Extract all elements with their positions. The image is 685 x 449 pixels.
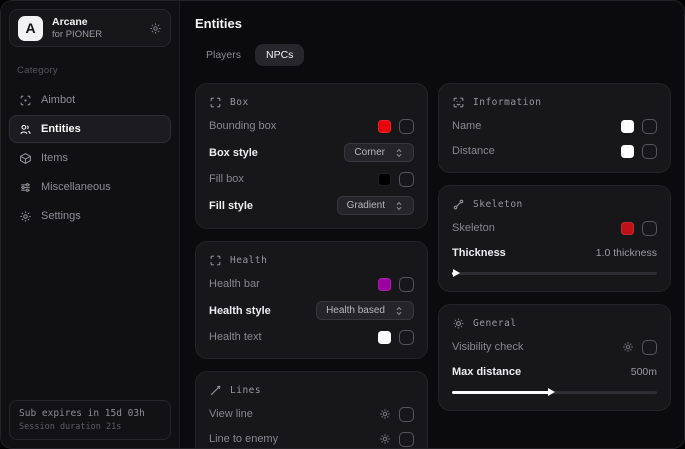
bone-icon [452, 198, 465, 211]
setting-row-health-style: Health style Health based [209, 301, 414, 320]
sidebar-item-label: Miscellaneous [41, 181, 111, 193]
tab-npcs[interactable]: NPCs [255, 44, 304, 66]
gear-icon[interactable] [379, 433, 391, 445]
health-text-checkbox[interactable] [399, 330, 414, 345]
page-title: Entities [195, 16, 671, 31]
card-title: Box [230, 97, 249, 108]
chevrons-up-down-icon [394, 306, 404, 316]
view-line-checkbox[interactable] [399, 407, 414, 422]
box-style-dropdown[interactable]: Corner [344, 143, 414, 162]
setting-row-health-bar: Health bar [209, 276, 414, 292]
package-icon [19, 152, 32, 165]
health-card: Health Health bar Health style Health ba… [195, 241, 428, 359]
color-swatch[interactable] [378, 120, 391, 133]
scan-brackets-icon [209, 254, 222, 267]
slider-thumb[interactable] [548, 388, 555, 396]
card-title: Health [230, 255, 267, 266]
gear-icon[interactable] [622, 341, 634, 353]
distance-checkbox[interactable] [642, 144, 657, 159]
sidebar-item-aimbot[interactable]: Aimbot [9, 86, 171, 114]
color-swatch[interactable] [378, 173, 391, 186]
app-name: Arcane [52, 16, 140, 29]
setting-row-health-text: Health text [209, 329, 414, 345]
setting-row-box-style: Box style Corner [209, 143, 414, 162]
gear-icon[interactable] [379, 408, 391, 420]
color-swatch[interactable] [378, 331, 391, 344]
card-title: Lines [230, 385, 261, 396]
sub-expires-text: Sub expires in 15d 03h [19, 408, 161, 419]
slider-thumb[interactable] [453, 269, 460, 277]
lines-card: Lines View line Line to enemy [195, 371, 428, 449]
visibility-check-checkbox[interactable] [642, 340, 657, 355]
setting-row-visibility-check: Visibility check [452, 339, 657, 355]
category-label: Category [17, 65, 171, 76]
app-subtitle: for PIONER [52, 29, 140, 41]
color-swatch[interactable] [621, 120, 634, 133]
sidebar: A Arcane for PIONER Category Aimbot [1, 1, 180, 448]
sidebar-item-label: Aimbot [41, 94, 75, 106]
session-duration-text: Session duration 21s [19, 422, 161, 432]
setting-row-line-to-enemy: Line to enemy [209, 431, 414, 447]
tab-players[interactable]: Players [195, 44, 252, 66]
card-title: Skeleton [473, 199, 523, 210]
sidebar-item-miscellaneous[interactable]: Miscellaneous [9, 173, 171, 201]
subscription-info: Sub expires in 15d 03h Session duration … [9, 400, 171, 440]
sidebar-item-entities[interactable]: Entities [9, 115, 171, 143]
left-column: Box Bounding box Box style Corner [195, 83, 428, 449]
tab-bar: Players NPCs [195, 44, 671, 66]
app-window: A Arcane for PIONER Category Aimbot [0, 0, 685, 449]
gear-icon [19, 210, 32, 223]
sidebar-item-label: Items [41, 152, 68, 164]
face-scan-icon [452, 96, 465, 109]
scan-brackets-icon [209, 96, 222, 109]
setting-row-fill-box: Fill box [209, 171, 414, 187]
fill-box-checkbox[interactable] [399, 172, 414, 187]
right-column: Information Name Distance [438, 83, 671, 411]
sun-icon [452, 317, 465, 330]
fill-style-dropdown[interactable]: Gradient [337, 196, 414, 215]
box-card: Box Bounding box Box style Corner [195, 83, 428, 229]
sidebar-item-items[interactable]: Items [9, 144, 171, 172]
setting-row-distance: Distance [452, 143, 657, 159]
line-to-enemy-checkbox[interactable] [399, 432, 414, 447]
health-bar-checkbox[interactable] [399, 277, 414, 292]
card-title: General [473, 318, 517, 329]
sidebar-item-label: Entities [41, 123, 81, 135]
setting-row-view-line: View line [209, 406, 414, 422]
app-logo: A [18, 16, 43, 41]
thickness-slider[interactable] [452, 268, 657, 278]
entities-icon [19, 123, 32, 136]
card-title: Information [473, 97, 541, 108]
thickness-value: 1.0 thickness [596, 247, 657, 259]
color-swatch[interactable] [378, 278, 391, 291]
app-logo-card: A Arcane for PIONER [9, 9, 171, 47]
name-checkbox[interactable] [642, 119, 657, 134]
crosshair-icon [19, 94, 32, 107]
sidebar-item-settings[interactable]: Settings [9, 202, 171, 230]
bounding-box-checkbox[interactable] [399, 119, 414, 134]
setting-row-thickness: Thickness 1.0 thickness [452, 245, 657, 261]
general-card: General Visibility check Max distance [438, 304, 671, 411]
chevrons-up-down-icon [394, 148, 404, 158]
setting-row-max-distance: Max distance 500m [452, 364, 657, 380]
max-distance-value: 500m [631, 366, 657, 378]
sidebar-nav: Aimbot Entities Items Miscellaneous [9, 86, 171, 230]
diagonal-line-icon [209, 384, 222, 397]
max-distance-slider[interactable] [452, 387, 657, 397]
skeleton-card: Skeleton Skeleton Thickness 1.0 thicknes… [438, 185, 671, 292]
color-swatch[interactable] [621, 222, 634, 235]
setting-row-fill-style: Fill style Gradient [209, 196, 414, 215]
setting-row-bounding-box: Bounding box [209, 118, 414, 134]
setting-row-skeleton: Skeleton [452, 220, 657, 236]
chevrons-up-down-icon [394, 201, 404, 211]
sliders-icon [19, 181, 32, 194]
color-swatch[interactable] [621, 145, 634, 158]
information-card: Information Name Distance [438, 83, 671, 173]
main-content: Entities Players NPCs Box Bounding box [180, 1, 684, 448]
skeleton-checkbox[interactable] [642, 221, 657, 236]
sidebar-item-label: Settings [41, 210, 81, 222]
setting-row-name: Name [452, 118, 657, 134]
health-style-dropdown[interactable]: Health based [316, 301, 414, 320]
gear-icon[interactable] [149, 22, 162, 35]
